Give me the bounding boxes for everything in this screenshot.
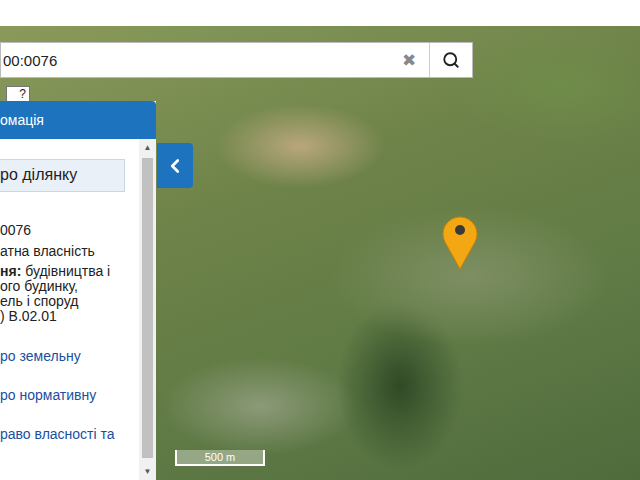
- scroll-thumb[interactable]: [142, 158, 153, 458]
- purpose-label: ня:: [0, 263, 25, 279]
- search-box[interactable]: 00:0076✖: [0, 42, 473, 78]
- scroll-up-button[interactable]: ▲: [144, 139, 152, 156]
- parcel-tab[interactable]: ро ділянку: [0, 159, 125, 192]
- scale-bar: 500 m: [175, 450, 265, 466]
- scroll-down-button[interactable]: ▼: [144, 463, 152, 480]
- purpose-line: ) В.02.01: [0, 309, 125, 324]
- panel-content: ро ділянку 0076 атна власність ня: будівниц…: [0, 139, 139, 480]
- info-panel: омація ро ділянку 0076 атна власність ня: бу…: [0, 101, 156, 480]
- search-input[interactable]: 00:0076: [1, 43, 389, 77]
- info-link[interactable]: ро нормативну: [0, 387, 125, 404]
- location-pin-icon[interactable]: [441, 212, 479, 270]
- map[interactable]: 500 m 00:0076✖?омація ро ділянку 0076 атна в…: [0, 26, 640, 480]
- purpose-line: ня: будівництва і: [0, 264, 125, 279]
- parcel-purpose: ня: будівництва іого будинку,ель і спору…: [0, 264, 125, 324]
- help-button[interactable]: ?: [6, 86, 30, 102]
- panel-header: омація: [0, 101, 156, 139]
- collapse-button[interactable]: [157, 143, 193, 188]
- page: 500 m 00:0076✖?омація ро ділянку 0076 атна в…: [0, 0, 640, 480]
- scrollbar[interactable]: ▲▼: [139, 139, 156, 480]
- info-link[interactable]: раво власності та: [0, 426, 125, 443]
- clear-button[interactable]: ✖: [389, 43, 429, 77]
- search-button[interactable]: [429, 43, 472, 77]
- search-icon: [442, 51, 460, 69]
- parcel-field: 0076: [0, 222, 125, 239]
- purpose-line: ого будинку,: [0, 279, 125, 294]
- chevron-left-icon: [164, 155, 186, 177]
- parcel-field: атна власність: [0, 243, 125, 260]
- top-strip: [0, 0, 640, 26]
- info-link[interactable]: ро земельну: [0, 348, 125, 365]
- purpose-line: ель і споруд: [0, 294, 125, 309]
- panel-body: ро ділянку 0076 атна власність ня: будівниц…: [0, 139, 156, 480]
